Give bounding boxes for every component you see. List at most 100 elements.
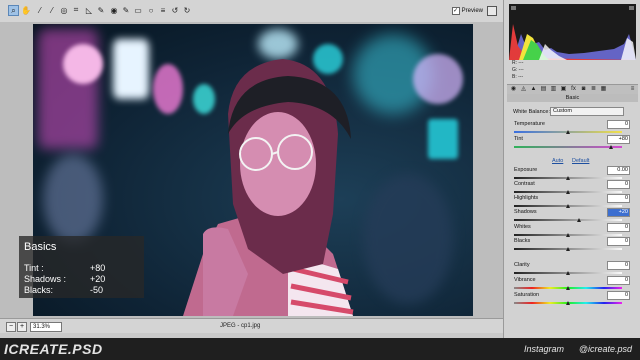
zoom-out-button[interactable]: − bbox=[6, 322, 16, 332]
slider-thumb[interactable] bbox=[566, 301, 570, 305]
slider-value-field[interactable]: 0.00 bbox=[607, 166, 630, 175]
slider-value-field[interactable]: 0 bbox=[607, 223, 630, 232]
basic-tab-icon[interactable]: ◉ bbox=[510, 86, 517, 93]
slider-saturation[interactable]: Saturation 0 bbox=[512, 291, 630, 307]
preview-label: Preview bbox=[461, 8, 483, 14]
slider-thumb[interactable] bbox=[566, 271, 570, 275]
shadow-clip-warning-icon bbox=[511, 6, 516, 10]
slider-value-field[interactable]: 0 bbox=[607, 180, 630, 189]
adjustment-brush-icon[interactable]: ✎ bbox=[121, 5, 131, 15]
histogram-graph bbox=[509, 6, 636, 60]
slider-label: Vibrance bbox=[514, 277, 536, 283]
lens-tab-icon[interactable]: ▣ bbox=[560, 86, 567, 93]
fullscreen-icon[interactable] bbox=[487, 6, 497, 16]
slider-label: Exposure bbox=[514, 167, 538, 173]
slider-value-field[interactable]: +80 bbox=[607, 135, 630, 144]
adjustments-overlay: Basics Tint : +80 Shadows : +20 Blacks: … bbox=[19, 236, 144, 298]
slider-thumb[interactable] bbox=[609, 145, 614, 149]
straighten-icon[interactable]: ◺ bbox=[84, 5, 94, 15]
default-link[interactable]: Default bbox=[572, 158, 589, 164]
effects-tab-icon[interactable]: fx bbox=[570, 86, 577, 93]
overlay-row: Shadows : +20 bbox=[24, 274, 124, 284]
slider-clarity[interactable]: Clarity 0 bbox=[512, 261, 630, 277]
rotate-right-icon[interactable]: ↻ bbox=[182, 5, 192, 15]
slider-value-field[interactable]: +20 bbox=[607, 208, 630, 217]
slider-tint[interactable]: Tint +80 bbox=[512, 135, 630, 151]
slider-value-field[interactable]: 0 bbox=[607, 291, 630, 300]
zoom-icon[interactable]: ⌕ bbox=[8, 5, 19, 16]
overlay-row: Blacks: -50 bbox=[24, 285, 124, 295]
overlay-row: Tint : +80 bbox=[24, 263, 124, 273]
slider-thumb[interactable] bbox=[566, 233, 570, 237]
slider-value-field[interactable]: 0 bbox=[607, 261, 630, 270]
slider-blacks[interactable]: Blacks 0 bbox=[512, 237, 630, 253]
slider-value-field[interactable]: 0 bbox=[607, 237, 630, 246]
section-title: Basic bbox=[507, 94, 638, 102]
panel-menu-icon[interactable]: ≡ bbox=[629, 86, 636, 93]
slider-thumb[interactable] bbox=[566, 130, 570, 134]
slider-track[interactable] bbox=[514, 219, 622, 221]
histogram bbox=[509, 4, 636, 60]
preferences-icon[interactable]: ≡ bbox=[158, 5, 168, 15]
radial-filter-icon[interactable]: ○ bbox=[146, 5, 156, 15]
white-balance-icon[interactable]: ⁄ bbox=[35, 5, 45, 15]
camera-raw-window: ⌕ ✋ ⁄ ⁄ ◎ ⌗ ◺ ✎ ◉ ✎ ▭ ○ ≡ ↺ ↻ ✓ Preview bbox=[0, 0, 640, 360]
r-readout: R: --- bbox=[512, 60, 524, 66]
target-adjust-icon[interactable]: ◎ bbox=[59, 5, 69, 15]
slider-label: Temperature bbox=[514, 121, 545, 127]
detail-tab-icon[interactable]: ▲ bbox=[530, 86, 537, 93]
overlay-row-value: +80 bbox=[90, 263, 106, 273]
preview-checkbox[interactable]: ✓ bbox=[451, 7, 460, 15]
slider-thumb[interactable] bbox=[566, 204, 570, 208]
file-name: JPEG - cp1.jpg bbox=[220, 323, 261, 329]
split-toning-tab-icon[interactable]: ▥ bbox=[550, 86, 557, 93]
slider-value-field[interactable]: 0 bbox=[607, 194, 630, 203]
slider-thumb[interactable] bbox=[576, 218, 581, 222]
snapshots-tab-icon[interactable]: ▦ bbox=[600, 86, 607, 93]
slider-value-field[interactable]: 0 bbox=[607, 120, 630, 129]
slider-thumb[interactable] bbox=[566, 247, 570, 251]
toolbar: ⌕ ✋ ⁄ ⁄ ◎ ⌗ ◺ ✎ ◉ ✎ ▭ ○ ≡ ↺ ↻ ✓ Preview bbox=[0, 0, 503, 23]
slider-label: Saturation bbox=[514, 292, 540, 298]
hand-icon[interactable]: ✋ bbox=[21, 5, 31, 15]
presets-tab-icon[interactable]: ≣ bbox=[590, 86, 597, 93]
slider-temperature[interactable]: Temperature 0 bbox=[512, 120, 630, 136]
auto-link[interactable]: Auto bbox=[552, 158, 563, 164]
slider-value-field[interactable]: 0 bbox=[607, 276, 630, 285]
crop-icon[interactable]: ⌗ bbox=[71, 5, 81, 15]
slider-thumb[interactable] bbox=[566, 286, 570, 290]
color-sampler-icon[interactable]: ⁄ bbox=[47, 5, 57, 15]
tone-curve-tab-icon[interactable]: ◬ bbox=[520, 86, 527, 93]
preview-toggle[interactable]: ✓ Preview bbox=[451, 7, 483, 15]
slider-vibrance[interactable]: Vibrance 0 bbox=[512, 276, 630, 292]
spot-removal-icon[interactable]: ✎ bbox=[96, 5, 106, 15]
camera-calibration-tab-icon[interactable]: ◙ bbox=[580, 86, 587, 93]
status-bar: − + 31.3% JPEG - cp1.jpg bbox=[0, 318, 503, 333]
white-balance-label: White Balance: bbox=[513, 109, 550, 115]
highlight-clip-warning-icon bbox=[629, 6, 634, 10]
slider-shadows[interactable]: Shadows +20 bbox=[512, 208, 630, 224]
graduated-filter-icon[interactable]: ▭ bbox=[133, 5, 143, 15]
overlay-row-value: -50 bbox=[90, 285, 104, 295]
slider-track[interactable] bbox=[514, 146, 622, 148]
white-balance-select[interactable]: Custom bbox=[550, 107, 624, 116]
instagram-handle: @icreate.psd bbox=[578, 344, 632, 354]
slider-label: Whites bbox=[514, 224, 531, 230]
zoom-level-select[interactable]: 31.3% bbox=[30, 322, 62, 332]
slider-thumb[interactable] bbox=[566, 176, 570, 180]
rgb-readout: R: --- G: --- B: --- bbox=[512, 60, 524, 81]
overlay-row-label: Tint : bbox=[24, 263, 44, 273]
hsl-tab-icon[interactable]: ▤ bbox=[540, 86, 547, 93]
red-eye-icon[interactable]: ◉ bbox=[109, 5, 119, 15]
b-readout: B: --- bbox=[512, 74, 524, 80]
zoom-in-button[interactable]: + bbox=[17, 322, 27, 332]
g-readout: G: --- bbox=[512, 67, 524, 73]
rotate-left-icon[interactable]: ↺ bbox=[170, 5, 180, 15]
slider-label: Blacks bbox=[514, 238, 531, 244]
slider-thumb[interactable] bbox=[566, 190, 570, 194]
slider-label: Clarity bbox=[514, 262, 530, 268]
slider-label: Shadows bbox=[514, 209, 537, 215]
slider-label: Tint bbox=[514, 136, 523, 142]
slider-label: Contrast bbox=[514, 181, 535, 187]
slider-label: Highlights bbox=[514, 195, 539, 201]
